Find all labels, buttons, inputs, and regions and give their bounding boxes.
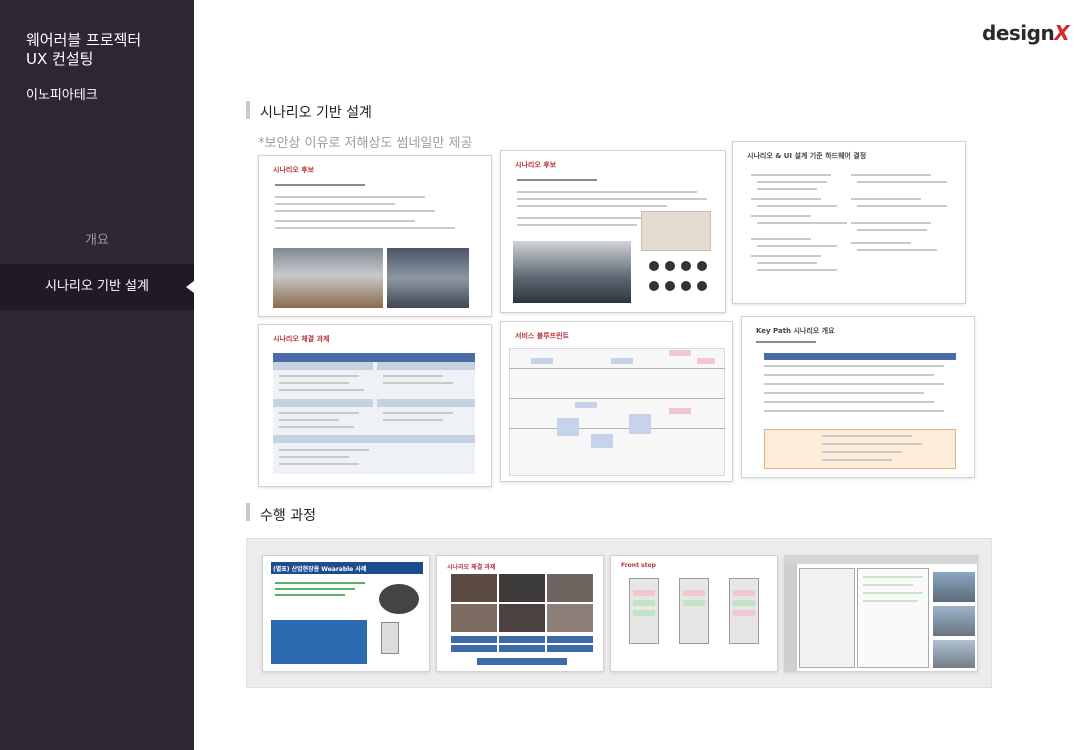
nav-item-scenario-design[interactable]: 시나리오 기반 설계 xyxy=(0,264,194,310)
thumbnail-title: (별표) 산업현장용 Wearable 사례 xyxy=(273,566,367,573)
thumbnail-workflow-software[interactable] xyxy=(784,555,978,672)
thumbnail-key-path[interactable]: Key Path 시나리오 개요 xyxy=(741,316,975,478)
container-photo xyxy=(387,248,469,308)
pipe-photo xyxy=(513,241,631,303)
thumbnail-title: 시나리오 후보 xyxy=(273,166,315,174)
thumbnail-title: 시나리오 후보 xyxy=(515,161,557,169)
project-title: 웨어러블 프로젝터 UX 컨설팅 xyxy=(26,31,141,69)
thumbnail-scenario-tasks-process[interactable]: 시나리오 체결 과제 xyxy=(436,555,604,672)
thumbnail-title: Front stop xyxy=(621,562,656,569)
thumbnail-title: 시나리오 체결 과제 xyxy=(447,564,496,571)
thumbnail-scenario-candidate-2[interactable]: 시나리오 후보 xyxy=(500,150,726,313)
truck-photo xyxy=(273,248,383,308)
thumbnail-front-stop[interactable]: Front stop xyxy=(610,555,778,672)
thumbnail-title: 시나리오 & UI 설계 기준 하드웨어 결정 xyxy=(747,152,867,160)
map-image xyxy=(641,211,711,251)
thumbnail-hardware-decision[interactable]: 시나리오 & UI 설계 기준 하드웨어 결정 xyxy=(732,141,966,304)
designx-logo: designX xyxy=(982,21,1070,45)
project-title-line2: UX 컨설팅 xyxy=(26,50,94,68)
thumbnail-title: Key Path 시나리오 개요 xyxy=(756,327,835,335)
section-bar xyxy=(246,101,250,119)
sidebar: 웨어러블 프로젝터 UX 컨설팅 이노피아테크 개요 시나리오 기반 설계 xyxy=(0,0,194,750)
thumbnail-title: 서비스 블루프린트 xyxy=(515,332,569,340)
security-note: *보안상 이유로 저해상도 썸네일만 제공 xyxy=(258,136,473,151)
section-bar xyxy=(246,503,250,521)
client-name: 이노피아테크 xyxy=(26,88,98,103)
wearable-banner xyxy=(271,620,367,664)
nav-item-overview[interactable]: 개요 xyxy=(0,218,194,264)
thumbnail-title: 시나리오 체결 과제 xyxy=(273,335,330,343)
thumbnail-scenario-candidate-1[interactable]: 시나리오 후보 xyxy=(258,155,492,317)
nav-item-label: 개요 xyxy=(85,233,109,248)
section-title-scenario: 시나리오 기반 설계 xyxy=(260,105,372,121)
thumbnail-service-blueprint[interactable]: 서비스 블루프린트 xyxy=(500,321,733,482)
thumbnail-scenario-tasks[interactable]: 시나리오 체결 과제 xyxy=(258,324,492,487)
thumbnail-wearable-cases[interactable]: (별표) 산업현장용 Wearable 사례 xyxy=(262,555,430,672)
section-title-process: 수행 과정 xyxy=(260,508,316,524)
project-title-line1: 웨어러블 프로젝터 xyxy=(26,31,142,49)
active-caret-icon xyxy=(186,281,194,293)
nav-item-label: 시나리오 기반 설계 xyxy=(45,279,149,294)
